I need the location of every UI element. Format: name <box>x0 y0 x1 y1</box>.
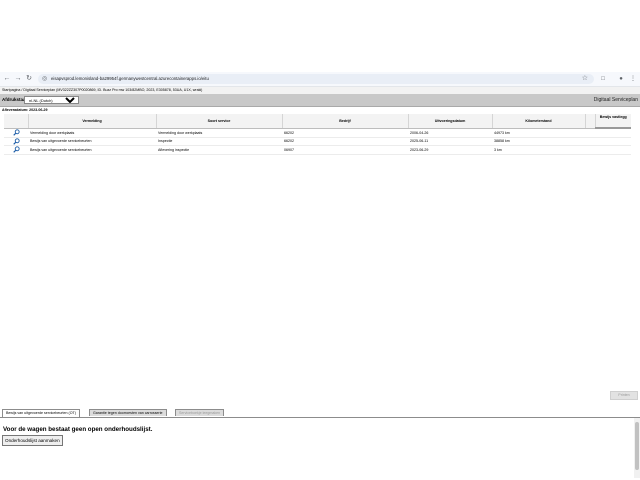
tab-panel: Voor de wagen bestaat geen open onderhou… <box>0 418 634 478</box>
magnifier-icon[interactable] <box>12 138 20 145</box>
status-message: Voor de wagen bestaat geen open onderhou… <box>3 426 153 433</box>
scrollbar[interactable] <box>634 418 640 478</box>
service-history-table: Vermelding Soort service Bedrijf Uitvoer… <box>4 114 631 155</box>
menu-icon[interactable]: ⋮ <box>628 74 638 84</box>
bookmark-star-icon[interactable]: ☆ <box>582 74 588 84</box>
tab-strip: Bewijs van uitgevoerde servicebeurten (O… <box>0 408 640 418</box>
magnifier-icon[interactable] <box>12 129 20 136</box>
address-bar[interactable]: ◎ eisapvsprod.lemonisland-ba29954f.germa… <box>38 74 594 84</box>
extensions-icon[interactable]: □ <box>598 74 608 84</box>
column-header[interactable]: Bedrijf <box>281 114 408 129</box>
column-header <box>584 114 595 129</box>
table-row[interactable]: Bewijs van uitgevoerde servicebeurten Af… <box>4 145 631 155</box>
tab-service-proof[interactable]: Bewijs van uitgevoerde servicebeurten (O… <box>2 409 80 417</box>
cell-soort: Aflevering inspectie <box>156 145 282 155</box>
table-header-row: Vermelding Soort service Bedrijf Uitvoer… <box>4 114 631 129</box>
browser-window: ← → ↻ ◎ eisapvsprod.lemonisland-ba29954f… <box>0 72 640 478</box>
cell-vermelding: Bewijs van uitgevoerde servicebeurten <box>28 145 156 155</box>
browser-toolbar: ← → ↻ ◎ eisapvsprod.lemonisland-ba29954f… <box>0 72 640 87</box>
magnifier-icon[interactable] <box>12 146 20 153</box>
cell-vermelding: Bewijs van uitgevoerde servicebeurten <box>28 137 156 146</box>
tab-corrosion-warranty[interactable]: Garantie tegen doorroesten van carrosser… <box>89 409 167 416</box>
column-header[interactable]: Bewijs vastlegg <box>594 114 631 129</box>
cell-bedrijf: 66202 <box>282 128 408 138</box>
app-header: Afdrukstaal: nl-NL (Dutch) Digitaal Serv… <box>0 94 640 107</box>
cell-km: 44973 km <box>492 128 585 138</box>
forward-icon[interactable]: → <box>13 74 23 84</box>
print-button[interactable]: Printen <box>610 391 638 400</box>
scrollbar-thumb[interactable] <box>635 422 639 470</box>
cell-bedrijf: 06907 <box>282 145 408 155</box>
reload-icon[interactable]: ↻ <box>24 74 34 84</box>
cell-bedrijf: 66202 <box>282 137 408 146</box>
cell-soort: Inspectie <box>156 137 282 146</box>
cell-soort: Vermelding door werkplaats <box>156 128 282 138</box>
cell-datum: 2006-04-26 <box>408 128 492 138</box>
site-info-icon[interactable]: ◎ <box>42 74 47 84</box>
profile-icon[interactable]: ● <box>616 74 626 84</box>
tab-clear-servicebook[interactable]: Serviceboekje leegmaken <box>175 409 225 416</box>
column-header <box>4 114 28 129</box>
column-header[interactable]: Vermelding <box>27 114 156 129</box>
language-select[interactable]: nl-NL (Dutch) <box>24 96 79 104</box>
delivery-date: Afleveradatum: 2023-06-29 <box>2 108 48 112</box>
app-title: Digitaal Serviceplan <box>593 97 638 103</box>
column-header[interactable]: Kilometerstand <box>491 114 585 129</box>
url-text: eisapvsprod.lemonisland-ba29954f.germany… <box>51 76 209 81</box>
table-row[interactable]: Vermelding door werkplaats Vermelding do… <box>4 128 631 138</box>
cell-vermelding: Vermelding door werkplaats <box>28 128 156 138</box>
cell-datum: 2023-06-29 <box>408 145 492 155</box>
table-row[interactable]: Bewijs van uitgevoerde servicebeurten In… <box>4 137 631 146</box>
cell-datum: 2025-06-11 <box>408 137 492 146</box>
column-header[interactable]: Soort service <box>155 114 282 129</box>
cell-km: 38858 km <box>492 137 585 146</box>
create-maintenance-list-button[interactable]: Onderhoudslijst aanmaken <box>2 435 63 446</box>
column-header[interactable]: Uitvoeringsdatum <box>407 114 492 129</box>
breadcrumb: Startpagina / Digitaal Serviceplan (MV32… <box>0 87 640 94</box>
back-icon[interactable]: ← <box>2 74 12 84</box>
cell-km: 3 km <box>492 145 585 155</box>
